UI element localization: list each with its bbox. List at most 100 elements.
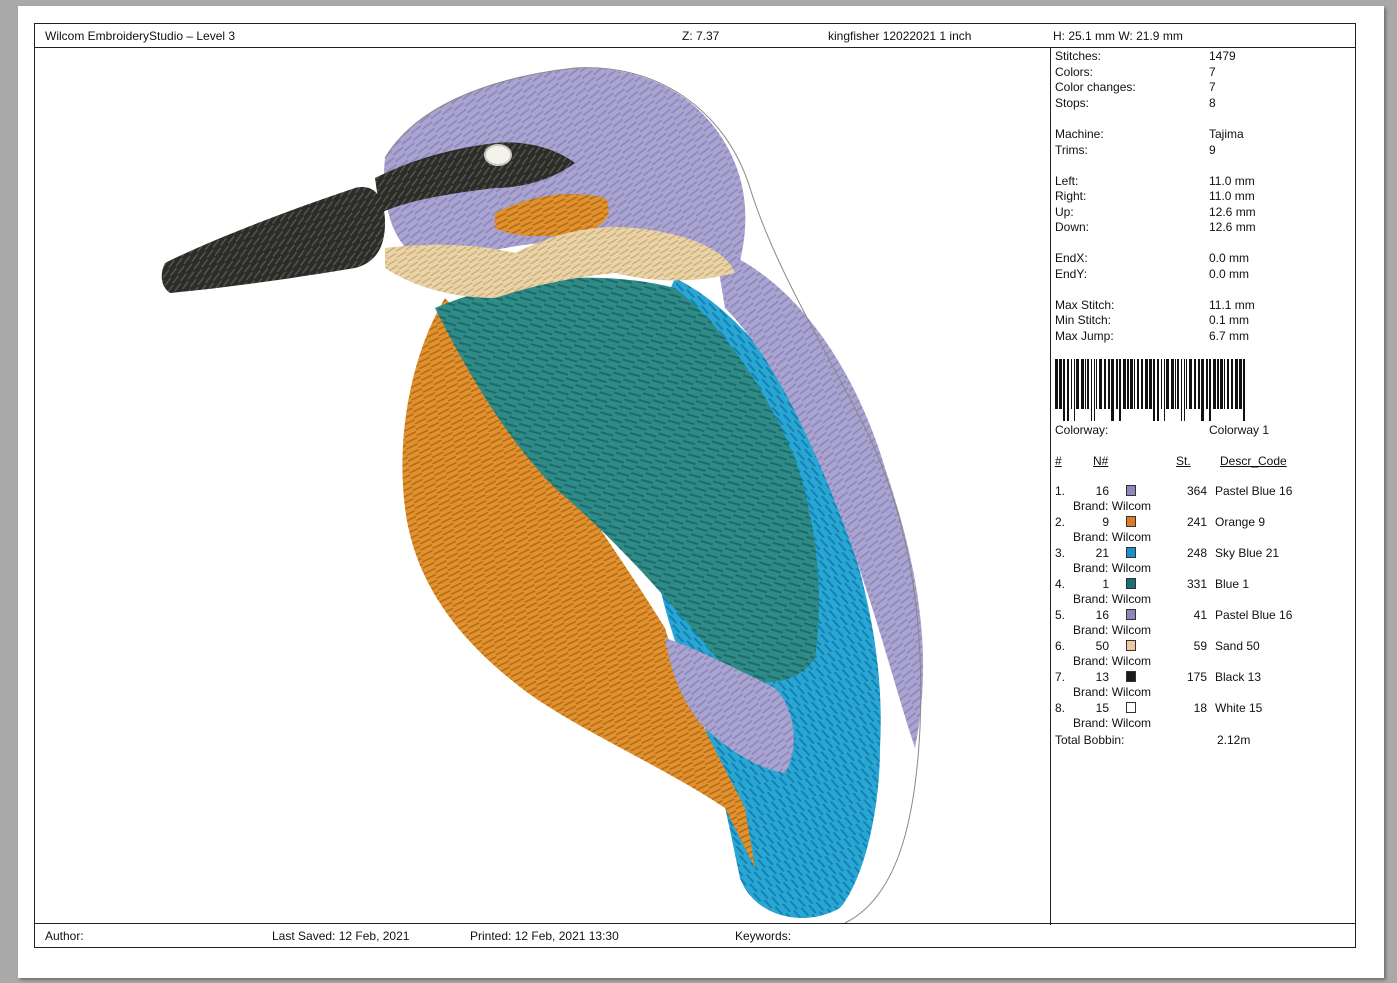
thread-number: 16: [1095, 484, 1109, 498]
stat-label-color-changes: Color changes:: [1055, 80, 1136, 94]
thread-description: Orange 9: [1215, 515, 1266, 529]
barcode-bar: [1164, 359, 1165, 421]
col-header-stitches: St.: [1176, 454, 1191, 468]
stat-value-trims: 9: [1209, 143, 1216, 157]
thread-index: 5.: [1055, 608, 1066, 622]
design-name: kingfisher 12022021 1 inch: [828, 29, 972, 43]
barcode-bar: [1184, 359, 1185, 421]
stat-value-stops: 8: [1209, 96, 1216, 110]
barcode-bar: [1071, 359, 1072, 409]
thread-index: 7.: [1055, 670, 1066, 684]
stat-label-endy: EndY:: [1055, 267, 1088, 281]
barcode-bar: [1127, 359, 1129, 409]
stat-value-stitches: 1479: [1209, 49, 1236, 63]
thread-number: 50: [1095, 639, 1109, 653]
report-footer: Author: Last Saved: 12 Feb, 2021 Printed…: [35, 923, 1355, 947]
thread-stitch-count: 364: [1186, 484, 1207, 498]
stat-value-max-stitch: 11.1 mm: [1209, 298, 1255, 312]
stat-label-right: Right:: [1055, 189, 1087, 203]
barcode-bar: [1220, 359, 1223, 409]
colorway-value: Colorway 1: [1209, 423, 1270, 437]
app-title: Wilcom EmbroideryStudio – Level 3: [45, 29, 236, 43]
stat-value-left: 11.0 mm: [1209, 174, 1255, 188]
barcode-bar: [1111, 359, 1114, 421]
thread-stitch-count: 18: [1193, 701, 1207, 715]
thread-index: 6.: [1055, 639, 1066, 653]
barcode-bar: [1063, 359, 1065, 421]
col-header-index: #: [1055, 454, 1062, 468]
thread-number: 21: [1095, 546, 1109, 560]
thread-brand: Brand: Wilcom: [1073, 623, 1152, 637]
barcode-bar: [1091, 359, 1092, 421]
barcode-bar: [1145, 359, 1148, 409]
thread-description: Sand 50: [1215, 639, 1260, 653]
stat-value-endx: 0.0 mm: [1209, 251, 1250, 265]
thread-index: 2.: [1055, 515, 1066, 529]
stat-label-machine: Machine:: [1055, 127, 1104, 141]
stat-value-endy: 0.0 mm: [1209, 267, 1250, 281]
total-bobbin-label: Total Bobbin:: [1055, 733, 1125, 747]
col-header-description: Descr_Code: [1220, 454, 1287, 468]
white-eye-spot: [484, 144, 512, 166]
stat-value-color-changes: 7: [1209, 80, 1216, 94]
barcode-bar: [1235, 359, 1238, 409]
stat-value-down: 12.6 mm: [1209, 220, 1256, 234]
thread-stitch-count: 41: [1193, 608, 1207, 622]
thread-description: Pastel Blue 16: [1215, 484, 1293, 498]
print-preview-page: Wilcom EmbroideryStudio – Level 3 Z: 7.3…: [18, 6, 1384, 978]
design-size: H: 25.1 mm W: 21.9 mm: [1053, 29, 1183, 43]
stat-value-colors: 7: [1209, 65, 1216, 79]
thread-stitch-count: 241: [1186, 515, 1207, 529]
thread-brand: Brand: Wilcom: [1073, 530, 1152, 544]
barcode-bar: [1217, 359, 1219, 409]
barcode-bar: [1153, 359, 1155, 421]
black-beak: [161, 187, 385, 293]
barcode-bar: [1081, 359, 1084, 409]
stat-label-down: Down:: [1055, 220, 1090, 234]
printed-field: Printed: 12 Feb, 2021 13:30: [470, 929, 619, 943]
col-header-number: N#: [1093, 454, 1109, 468]
barcode-bar: [1186, 359, 1187, 409]
stat-label-stitches: Stitches:: [1055, 49, 1102, 63]
barcode-bar: [1119, 359, 1121, 421]
barcode-bar: [1189, 359, 1192, 409]
thread-number: 9: [1102, 515, 1109, 529]
stat-value-max-jump: 6.7 mm: [1209, 329, 1250, 343]
thread-color-swatch: [1126, 578, 1136, 589]
zoom-value: Z: 7.37: [682, 29, 720, 43]
barcode-bar: [1108, 359, 1110, 409]
thread-brand: Brand: Wilcom: [1073, 685, 1152, 699]
thread-color-swatch: [1126, 671, 1136, 682]
thread-brand: Brand: Wilcom: [1073, 561, 1152, 575]
stat-value-right: 11.0 mm: [1209, 189, 1255, 203]
thread-color-swatch: [1126, 547, 1136, 558]
barcode-bar: [1130, 359, 1133, 409]
barcode-bar: [1171, 359, 1174, 409]
stat-label-max-jump: Max Jump:: [1055, 329, 1114, 343]
thread-number: 1: [1102, 577, 1109, 591]
barcode-bar: [1181, 359, 1182, 421]
barcode-bar: [1096, 359, 1097, 409]
barcode-bar: [1224, 359, 1225, 409]
stat-label-left: Left:: [1055, 174, 1079, 188]
barcode-bar: [1166, 359, 1169, 409]
barcode-bar: [1175, 359, 1176, 409]
thread-description: Sky Blue 21: [1215, 546, 1280, 560]
thread-stitch-count: 59: [1193, 639, 1207, 653]
barcode-bar: [1177, 359, 1179, 409]
thread-number: 16: [1095, 608, 1109, 622]
thread-description: Pastel Blue 16: [1215, 608, 1293, 622]
barcode-bar: [1116, 359, 1118, 409]
kingfisher-embroidery-image: [161, 67, 924, 924]
stat-label-up: Up:: [1055, 205, 1074, 219]
thread-description: Blue 1: [1215, 577, 1250, 591]
barcode-bar: [1099, 359, 1102, 409]
stat-label-trims: Trims:: [1055, 143, 1088, 157]
barcode-bar: [1137, 359, 1139, 409]
thread-index: 3.: [1055, 546, 1066, 560]
stat-label-max-stitch: Max Stitch:: [1055, 298, 1115, 312]
barcode-bar: [1198, 359, 1200, 409]
stat-value-up: 12.6 mm: [1209, 205, 1256, 219]
stat-label-endx: EndX:: [1055, 251, 1088, 265]
thread-stitch-count: 331: [1186, 577, 1207, 591]
